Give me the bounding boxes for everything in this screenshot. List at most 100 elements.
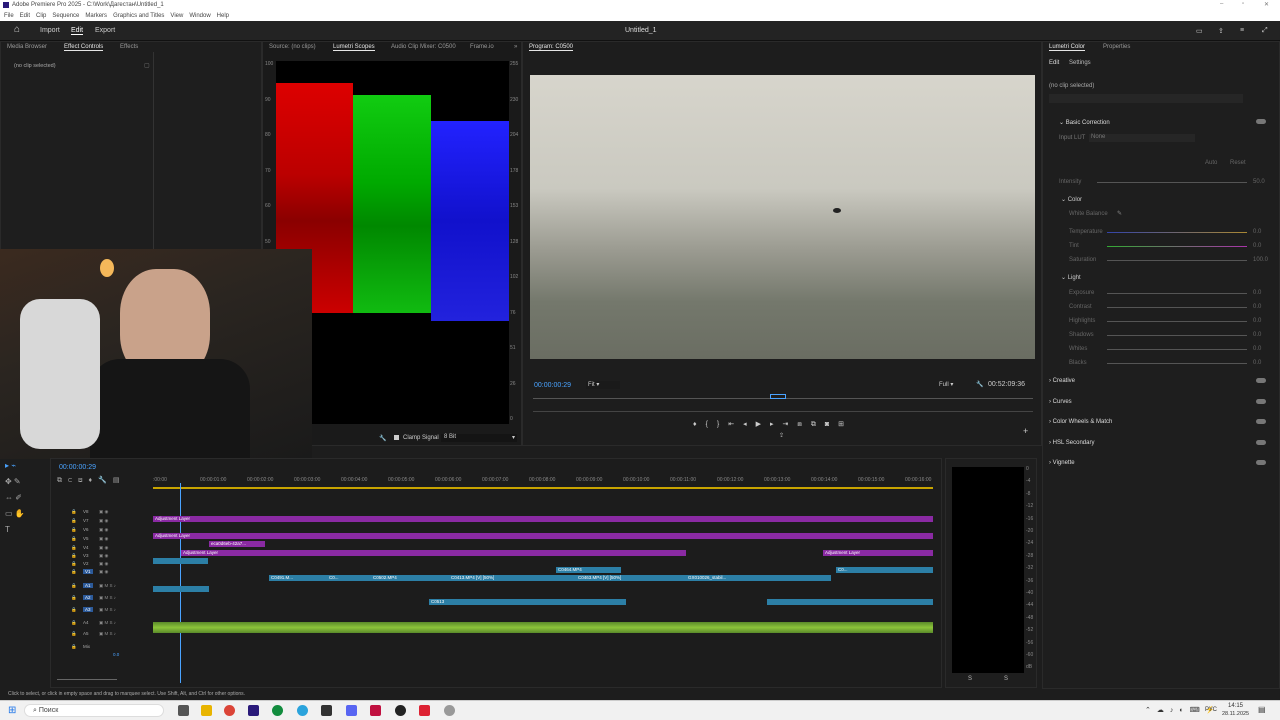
light-slider-shadows[interactable] [1107,335,1247,336]
track-v8[interactable]: V8 [83,509,89,514]
chrome-icon[interactable] [224,705,235,716]
track-v6[interactable]: V6 [83,527,89,532]
tab-source[interactable]: Source: (no clips) [269,44,316,50]
home-icon[interactable]: ⌂ [14,24,20,35]
close-icon[interactable]: ✕ [1264,1,1269,8]
tint-slider[interactable] [1107,246,1247,247]
tab-frameio[interactable]: Frame.io [470,44,494,50]
light-section[interactable]: ⌄ Light [1061,274,1081,281]
ripple-tool-icon[interactable]: ⇔ ✐ [5,490,47,506]
section-color-wheels-match[interactable]: › Color Wheels & Match [1049,419,1112,425]
basic-correction-toggle[interactable] [1256,119,1266,124]
import-tab[interactable]: Import [40,27,60,34]
light-value-whites[interactable]: 0.0 [1253,346,1261,352]
settings-wrench-icon[interactable]: 🔧 [976,381,983,388]
nested-sequence-clip[interactable]: eca0d6eb-42a7... [209,541,265,547]
wrench-icon[interactable]: 🔧 [379,435,386,442]
lock-icon[interactable]: 🔒 [71,595,77,601]
solo-right[interactable]: S [1004,676,1008,682]
tab-lumetri-scopes[interactable]: Lumetri Scopes [333,44,375,51]
bit-depth-select[interactable]: 8 Bit ▾ [441,434,517,442]
lock-icon[interactable]: 🔒 [71,583,77,589]
tab-properties[interactable]: Properties [1103,44,1130,50]
zoom-select[interactable]: Fit ▾ [586,381,620,389]
track-v2[interactable]: V2 [83,561,89,566]
quality-select[interactable]: Full ▾ [939,381,953,388]
light-value-blacks[interactable]: 0.0 [1253,360,1261,366]
selection-tool-icon[interactable]: ▸ ⌁ [5,458,47,474]
menu-clip[interactable]: Clip [36,13,46,19]
menu-icon[interactable]: ≡ [1240,27,1244,34]
lock-icon[interactable]: 🔒 [71,620,77,626]
light-slider-whites[interactable] [1107,349,1247,350]
basic-correction-header[interactable]: ⌄ Basic Correction [1059,119,1110,126]
lock-icon[interactable]: 🔒 [71,644,77,650]
auto-button[interactable]: Auto [1205,160,1217,166]
light-slider-highlights[interactable] [1107,321,1247,322]
section-toggle[interactable] [1256,460,1266,465]
v2-clip[interactable]: C0... [836,567,933,573]
menu-help[interactable]: Help [217,13,229,19]
edit-tab[interactable]: Edit [71,27,84,35]
track-a3[interactable]: A3 [83,607,93,612]
light-value-shadows[interactable]: 0.0 [1253,332,1261,338]
track-controls[interactable]: ▣ ◉ [99,545,108,551]
section-hsl-secondary[interactable]: › HSL Secondary [1049,440,1094,446]
v1-clip[interactable]: C0491.M... [269,575,327,581]
panel-expand-icon[interactable]: ▢ [144,62,150,69]
tab-media-browser[interactable]: Media Browser [7,44,47,50]
export-frame-icon[interactable]: ⇪ [779,432,784,439]
track-controls[interactable]: ▣ ◉ [99,518,108,524]
clock-date[interactable]: 28.11.2025 [1222,711,1249,717]
eyedropper-icon[interactable]: ✎ [1117,210,1122,217]
adjustment-layer-clip[interactable]: Adjustment Layer [823,550,933,556]
section-toggle[interactable] [1256,439,1266,445]
tab-audio-clip-mixer[interactable]: Audio Clip Mixer: C0500 [391,44,456,50]
track-v1[interactable]: V1 [83,569,93,574]
clamp-checkbox[interactable] [394,435,399,440]
light-slider-exposure[interactable] [1107,293,1247,294]
reset-button[interactable]: Reset [1230,160,1246,166]
menu-file[interactable]: File [4,13,14,19]
playhead-marker[interactable] [770,394,786,399]
section-vignette[interactable]: › Vignette [1049,460,1075,466]
menu-view[interactable]: View [170,13,183,19]
menu-sequence[interactable]: Sequence [52,13,79,19]
menu-edit[interactable]: Edit [20,13,30,19]
explorer-icon[interactable] [201,705,212,716]
v1-clip[interactable]: GX010026_stabil... [686,575,831,581]
minimize-icon[interactable]: – [1220,1,1223,7]
fullscreen-icon[interactable]: ⤢ [1262,27,1268,35]
a2-audio-clip[interactable]: C0513 [429,599,626,605]
v2-clip[interactable]: C0464.MP4 [556,567,621,573]
temperature-value[interactable]: 0.0 [1253,229,1261,235]
transport-controls[interactable]: ♦{}⇤◂▶▸⇥⧈⧉◙⊞ [693,420,853,429]
whatsapp-icon[interactable] [272,705,283,716]
clock-time[interactable]: 14:15 [1228,703,1243,709]
track-v7[interactable]: V7 [83,518,89,523]
track-controls[interactable]: ▣ M S ♪ [99,631,116,637]
lock-icon[interactable]: 🔒 [71,545,77,551]
track-v5[interactable]: V5 [83,536,89,541]
track-mix[interactable]: Mix [83,644,90,649]
track-controls[interactable]: ▣ ◉ [99,561,108,567]
discord-icon[interactable] [346,705,357,716]
search-box[interactable]: ⌕ Поиск [24,704,164,717]
app-icon-1[interactable] [321,705,332,716]
lock-icon[interactable]: 🔒 [71,631,77,637]
section-toggle[interactable] [1256,419,1266,424]
export-tab[interactable]: Export [95,27,115,34]
lock-icon[interactable]: 🔒 [71,509,77,515]
tab-program[interactable]: Program: C0500 [529,44,574,51]
subtab-settings[interactable]: Settings [1069,60,1091,66]
track-v4[interactable]: V4 [83,545,89,550]
playhead-timecode[interactable]: 00:00:00:29 [534,382,571,389]
menu-window[interactable]: Window [189,13,210,19]
temperature-slider[interactable] [1107,232,1247,233]
more-tabs-icon[interactable]: » [514,44,517,50]
color-section[interactable]: ⌄ Color [1061,196,1082,203]
adjustment-layer-clip[interactable]: Adjustment Layer [153,533,933,539]
playhead-line[interactable] [180,483,181,683]
intensity-value[interactable]: 50.0 [1253,179,1265,185]
track-controls[interactable]: ▣ ◉ [99,509,108,515]
